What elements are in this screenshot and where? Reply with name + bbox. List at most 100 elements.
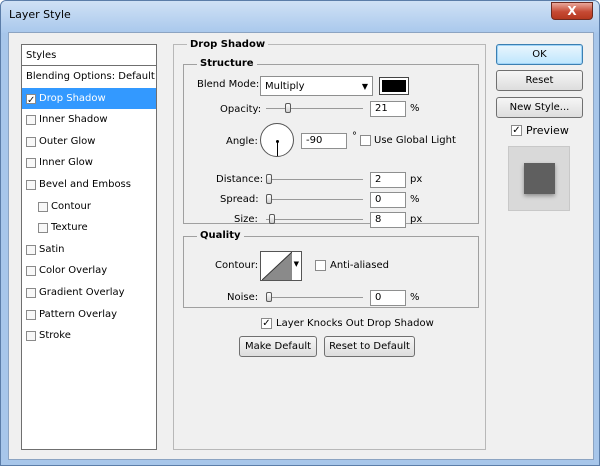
style-item-pattern-overlay[interactable]: Pattern Overlay [22, 304, 156, 326]
style-item-label: Stroke [39, 330, 71, 342]
chevron-down-icon: ▼ [361, 82, 368, 91]
blend-mode-label: Blend Mode: [197, 79, 260, 90]
use-global-light-checkbox[interactable] [360, 135, 371, 146]
spread-input[interactable]: 0 [370, 192, 406, 208]
opacity-slider-handle[interactable] [285, 103, 292, 113]
style-item-checkbox[interactable] [26, 244, 36, 255]
blend-mode-value: Multiply [265, 81, 305, 92]
noise-value: 0 [375, 292, 382, 303]
style-item-label: Texture [51, 222, 88, 234]
styles-list: Styles Blending Options: Default Drop Sha… [21, 44, 157, 450]
noise-unit: % [410, 292, 420, 303]
angle-input[interactable]: -90 [301, 133, 347, 149]
distance-input[interactable]: 2 [370, 172, 406, 188]
angle-unit: ° [352, 131, 357, 142]
spread-label: Spread: [220, 194, 259, 205]
size-input[interactable]: 8 [370, 212, 406, 228]
preview-swatch [524, 163, 555, 194]
styles-list-header[interactable]: Styles [22, 45, 156, 66]
style-item-outer-glow[interactable]: Outer Glow [22, 131, 156, 153]
style-item-blending-options-default[interactable]: Blending Options: Default [22, 66, 156, 88]
spread-slider[interactable] [266, 199, 363, 200]
opacity-slider[interactable] [266, 108, 363, 109]
structure-title: Structure [197, 58, 257, 69]
size-slider-handle[interactable] [268, 214, 275, 224]
style-item-checkbox[interactable] [26, 136, 36, 147]
opacity-input[interactable]: 21 [370, 101, 406, 117]
style-item-color-overlay[interactable]: Color Overlay [22, 260, 156, 282]
style-item-checkbox[interactable] [26, 180, 36, 190]
anti-aliased-checkbox[interactable] [315, 260, 326, 271]
style-item-satin[interactable]: Satin [22, 239, 156, 261]
angle-dial-hand [277, 141, 278, 156]
shadow-color-swatch[interactable] [379, 77, 409, 95]
reset-to-default-button[interactable]: Reset to Default [324, 336, 415, 357]
shadow-color-fill [382, 80, 406, 92]
preview-thumbnail [508, 146, 570, 211]
style-item-stroke[interactable]: Stroke [22, 325, 156, 347]
contour-label: Contour: [215, 260, 259, 271]
style-item-texture[interactable]: Texture [22, 217, 156, 239]
blend-mode-select[interactable]: Multiply ▼ [260, 76, 373, 96]
style-item-checkbox[interactable] [26, 288, 36, 298]
style-item-label: Color Overlay [39, 265, 108, 277]
spread-slider-handle[interactable] [266, 194, 272, 204]
check-icon: ✓ [262, 318, 271, 329]
make-default-button[interactable]: Make Default [239, 336, 317, 357]
style-item-checkbox[interactable] [26, 90, 36, 111]
style-item-drop-shadow[interactable]: Drop Shadow [22, 87, 156, 111]
style-item-checkbox[interactable] [26, 158, 36, 169]
style-item-gradient-overlay[interactable]: Gradient Overlay [22, 282, 156, 304]
knockout-checkbox[interactable]: ✓ [261, 318, 272, 329]
contour-curve-icon [262, 252, 292, 280]
style-item-checkbox[interactable] [26, 266, 36, 277]
opacity-unit: % [410, 103, 420, 114]
close-button[interactable]: X [551, 2, 593, 20]
quality-title: Quality [197, 230, 244, 241]
style-item-checkbox[interactable] [38, 201, 48, 212]
distance-slider-handle[interactable] [266, 174, 272, 184]
angle-label: Angle: [226, 136, 258, 147]
opacity-value: 21 [375, 103, 388, 114]
distance-slider[interactable] [266, 179, 363, 180]
new-style-button[interactable]: New Style... [496, 97, 583, 118]
size-label: Size: [234, 214, 258, 225]
style-item-label: Satin [39, 243, 65, 255]
knockout-label: Layer Knocks Out Drop Shadow [276, 318, 434, 329]
contour-dropdown-icon: ▼ [293, 260, 299, 268]
angle-dial[interactable] [260, 123, 294, 157]
noise-input[interactable]: 0 [370, 290, 406, 306]
title-bar: Layer Style X [1, 1, 599, 33]
opacity-label: Opacity: [220, 104, 262, 115]
noise-slider[interactable] [266, 297, 363, 298]
style-item-inner-shadow[interactable]: Inner Shadow [22, 109, 156, 131]
spread-unit: % [410, 194, 420, 205]
style-item-inner-glow[interactable]: Inner Glow [22, 152, 156, 174]
use-global-light-label: Use Global Light [374, 135, 456, 146]
style-item-checkbox[interactable] [26, 331, 36, 342]
preview-checkbox[interactable]: ✓ [511, 125, 522, 136]
style-item-bevel-and-emboss[interactable]: Bevel and Emboss [22, 174, 156, 196]
style-item-label: Inner Shadow [39, 114, 108, 126]
noise-slider-handle[interactable] [266, 292, 272, 302]
contour-picker[interactable]: ▼ [260, 251, 302, 281]
style-item-checkbox[interactable] [26, 309, 36, 320]
angle-value: -90 [306, 135, 323, 146]
style-item-label: Outer Glow [39, 135, 96, 147]
ok-button[interactable]: OK [496, 44, 583, 65]
style-item-label: Bevel and Emboss [39, 179, 131, 190]
window-frame: Layer Style X Styles Blending Options: D… [0, 0, 600, 466]
reset-button[interactable]: Reset [496, 70, 583, 91]
style-item-label: Gradient Overlay [39, 287, 125, 298]
style-item-contour[interactable]: Contour [22, 196, 156, 218]
size-slider[interactable] [266, 219, 363, 220]
styles-header-label: Styles [26, 50, 57, 61]
style-item-checkbox[interactable] [38, 223, 48, 234]
anti-aliased-label: Anti-aliased [330, 260, 390, 271]
style-item-label: Pattern Overlay [39, 308, 118, 320]
distance-unit: px [410, 174, 423, 185]
style-item-label: Inner Glow [39, 157, 93, 169]
drop-shadow-panel: Drop Shadow Structure Blend Mode: Multip… [173, 39, 486, 450]
style-item-checkbox[interactable] [26, 115, 36, 126]
style-item-label: Contour [51, 200, 91, 212]
